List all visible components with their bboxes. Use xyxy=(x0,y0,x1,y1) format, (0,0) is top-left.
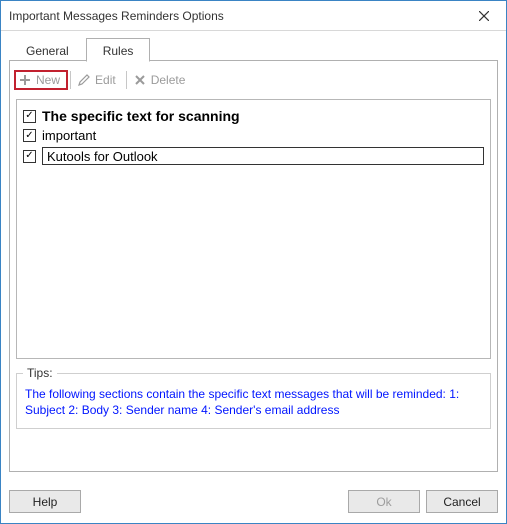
cancel-button[interactable]: Cancel xyxy=(426,490,498,513)
rules-header-label: The specific text for scanning xyxy=(42,108,240,124)
pencil-icon xyxy=(77,73,91,87)
window-title: Important Messages Reminders Options xyxy=(9,9,224,23)
titlebar: Important Messages Reminders Options xyxy=(1,1,506,31)
tabstrip: General Rules xyxy=(9,37,498,61)
list-item-edit-input[interactable]: Kutools for Outlook xyxy=(42,147,484,165)
ok-button[interactable]: Ok xyxy=(348,490,420,513)
checkbox-icon[interactable]: ✓ xyxy=(23,150,36,163)
tab-general[interactable]: General xyxy=(9,39,86,61)
tips-group: Tips: The following sections contain the… xyxy=(16,373,491,429)
rules-header-row[interactable]: ✓ The specific text for scanning xyxy=(23,106,484,126)
x-icon xyxy=(133,73,147,87)
rules-list: ✓ The specific text for scanning ✓ impor… xyxy=(16,99,491,359)
close-icon xyxy=(479,11,489,21)
toolbar-separator xyxy=(126,71,127,89)
footer: Help Ok Cancel xyxy=(1,480,506,523)
delete-button-label: Delete xyxy=(151,73,186,87)
tips-legend: Tips: xyxy=(23,366,57,380)
delete-button[interactable]: Delete xyxy=(129,71,194,89)
client-area: General Rules New Edit xyxy=(1,31,506,480)
toolbar: New Edit Delete xyxy=(16,67,491,93)
dialog-window: Important Messages Reminders Options Gen… xyxy=(0,0,507,524)
help-button[interactable]: Help xyxy=(9,490,81,513)
plus-icon xyxy=(18,73,32,87)
tab-rules[interactable]: Rules xyxy=(86,38,151,62)
close-button[interactable] xyxy=(462,1,506,30)
checkbox-icon[interactable]: ✓ xyxy=(23,129,36,142)
toolbar-separator xyxy=(70,71,71,89)
edit-button[interactable]: Edit xyxy=(73,71,124,89)
new-button-label: New xyxy=(36,73,60,87)
list-item[interactable]: ✓ important xyxy=(23,126,484,145)
edit-button-label: Edit xyxy=(95,73,116,87)
checkbox-icon[interactable]: ✓ xyxy=(23,110,36,123)
tips-text: The following sections contain the speci… xyxy=(25,386,482,418)
tab-body-rules: New Edit Delete xyxy=(9,61,498,472)
list-item[interactable]: ✓ Kutools for Outlook xyxy=(23,145,484,167)
list-item-label: important xyxy=(42,128,96,143)
new-button[interactable]: New xyxy=(14,70,68,90)
